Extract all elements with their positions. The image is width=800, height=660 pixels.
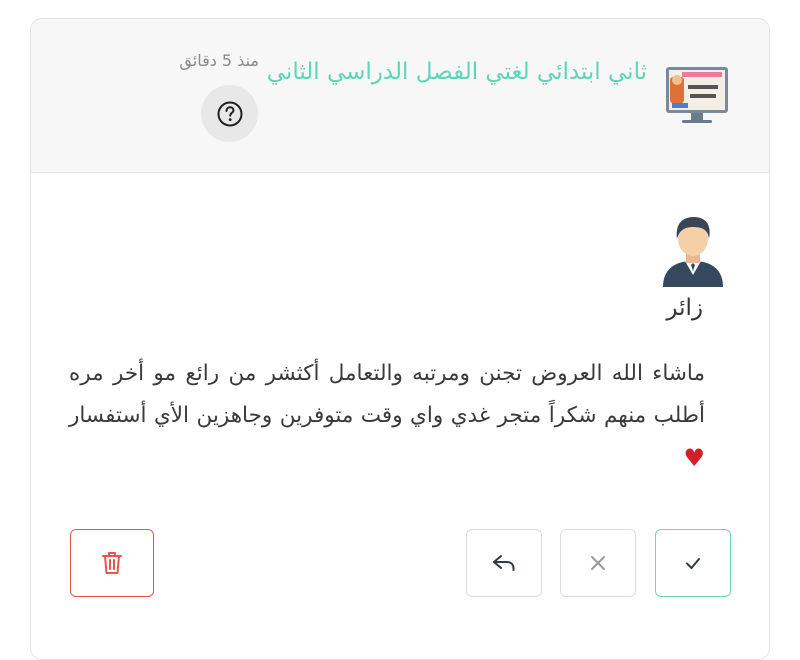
product-title[interactable]: ثاني ابتدائي لغتي الفصل الدراسي الثاني xyxy=(261,55,647,91)
help-button[interactable] xyxy=(201,85,258,142)
review-timestamp: منذ 5 دقائق xyxy=(179,51,259,70)
trash-icon xyxy=(102,552,122,574)
user-avatar-icon xyxy=(663,217,723,287)
reply-button[interactable] xyxy=(466,529,542,597)
heart-emoji: ♥ xyxy=(683,444,705,472)
question-circle-icon xyxy=(217,101,242,126)
review-header: ثاني ابتدائي لغتي الفصل الدراسي الثاني م… xyxy=(31,19,769,173)
review-text: ماشاء الله العروض تجنن ومرتبه والتعامل أ… xyxy=(69,361,705,428)
review-body: ماشاء الله العروض تجنن ومرتبه والتعامل أ… xyxy=(69,353,705,481)
delete-button[interactable] xyxy=(70,529,154,597)
reject-button[interactable] xyxy=(560,529,636,597)
review-author: زائر xyxy=(666,295,703,321)
product-thumbnail[interactable] xyxy=(664,63,730,129)
reply-icon xyxy=(493,555,515,571)
review-card: ثاني ابتدائي لغتي الفصل الدراسي الثاني م… xyxy=(30,18,770,660)
close-icon xyxy=(591,556,605,570)
check-icon xyxy=(686,558,700,569)
approve-button[interactable] xyxy=(655,529,731,597)
